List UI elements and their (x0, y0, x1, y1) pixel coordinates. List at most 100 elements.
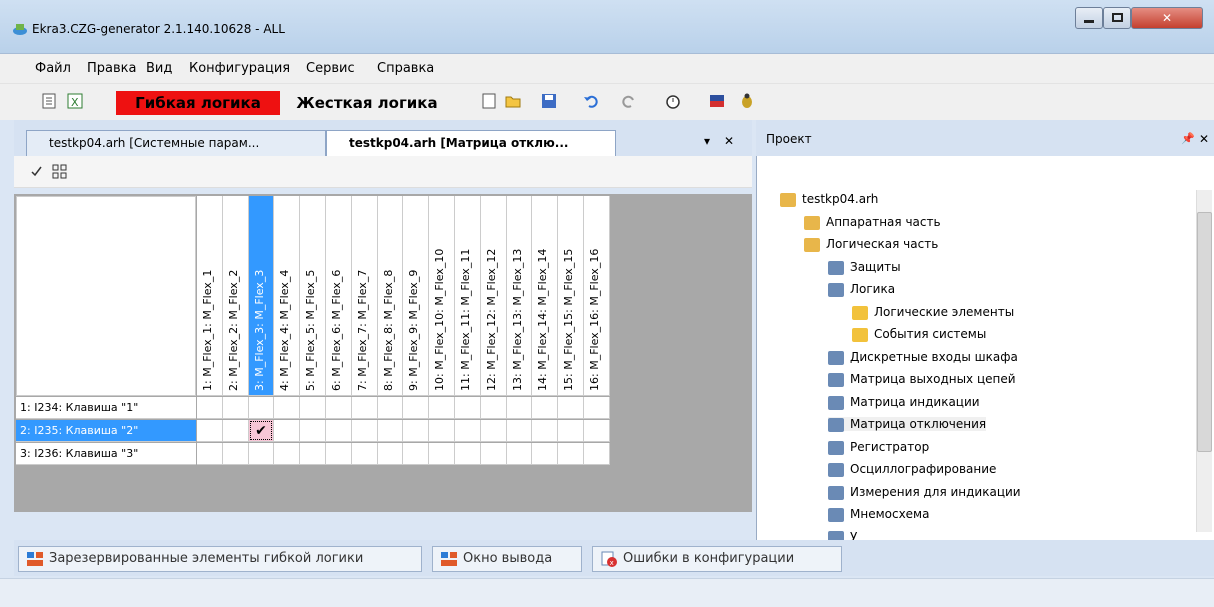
matrix-cell[interactable] (377, 443, 404, 465)
matrix-cell[interactable] (326, 443, 352, 465)
column-header[interactable]: 3: M_Flex_3: M_Flex_3 (248, 196, 275, 396)
minimize-button[interactable] (1075, 7, 1103, 29)
tree-item[interactable]: Дискретные входы шкафа (828, 350, 1018, 365)
tree-item[interactable]: Логическая часть (804, 237, 938, 252)
grid-icon[interactable] (52, 164, 68, 180)
matrix-cell[interactable] (248, 397, 275, 419)
tab-reserved-elements[interactable]: Зарезервированные элементы гибкой логики (18, 546, 422, 572)
menu-view[interactable]: Вид (146, 61, 172, 76)
column-header[interactable]: 8: M_Flex_8: M_Flex_8 (377, 196, 404, 396)
matrix-cell[interactable] (197, 397, 223, 419)
check-list-icon[interactable] (30, 164, 46, 180)
matrix-cell[interactable] (197, 443, 223, 465)
tab-output-window[interactable]: Окно вывода (432, 546, 582, 572)
matrix-cell[interactable] (455, 443, 481, 465)
tree-item[interactable]: Регистратор (828, 440, 929, 455)
tree-item[interactable]: События системы (852, 327, 986, 342)
column-header[interactable]: 13: M_Flex_13: M_Flex_13 (506, 196, 533, 396)
column-header[interactable]: 14: M_Flex_14: M_Flex_14 (532, 196, 559, 396)
open-folder-icon[interactable] (504, 92, 522, 110)
row-header[interactable]: 1: I234: Клавиша "1" (16, 397, 196, 419)
matrix-cell[interactable] (248, 443, 275, 465)
column-header[interactable]: 1: M_Flex_1: M_Flex_1 (197, 196, 223, 396)
matrix-cell[interactable] (274, 397, 301, 419)
new-file-icon[interactable] (480, 92, 498, 110)
menu-edit[interactable]: Правка (87, 61, 136, 76)
tree-item[interactable]: Осциллографирование (828, 462, 996, 477)
matrix-cell[interactable] (300, 397, 326, 419)
column-header[interactable]: 12: M_Flex_12: M_Flex_12 (480, 196, 507, 396)
maximize-button[interactable] (1103, 7, 1131, 29)
row-header[interactable]: 2: I235: Клавиша "2" (16, 420, 196, 442)
tab-menu-icon[interactable]: ▾ (704, 134, 710, 148)
matrix-cell[interactable] (351, 397, 378, 419)
column-header[interactable]: 16: M_Flex_16: M_Flex_16 (584, 196, 610, 396)
document-icon[interactable] (40, 92, 58, 110)
column-header[interactable]: 10: M_Flex_10: M_Flex_10 (429, 196, 455, 396)
matrix-cell[interactable] (377, 397, 404, 419)
tree-item[interactable]: Матрица индикации (828, 395, 980, 410)
column-header[interactable]: 15: M_Flex_15: M_Flex_15 (558, 196, 584, 396)
matrix-cell[interactable] (351, 420, 378, 442)
tree-item[interactable]: testkp04.arh (780, 192, 878, 207)
matrix-cell[interactable] (455, 420, 481, 442)
matrix-cell[interactable] (300, 420, 326, 442)
flex-logic-button[interactable]: Гибкая логика (116, 91, 280, 115)
menu-service[interactable]: Сервис (306, 61, 355, 76)
timer-icon[interactable] (664, 92, 682, 110)
save-icon[interactable] (540, 92, 558, 110)
matrix-cell[interactable] (558, 443, 584, 465)
menu-help[interactable]: Справка (377, 61, 434, 76)
matrix-cell[interactable] (222, 397, 249, 419)
matrix-cell[interactable] (351, 443, 378, 465)
hard-logic-button[interactable]: Жесткая логика (284, 91, 450, 115)
tree-item[interactable]: Измерения для индикации (828, 485, 1021, 500)
matrix-cell[interactable] (403, 397, 430, 419)
tab-close-icon[interactable]: ✕ (724, 134, 734, 148)
matrix-cell[interactable] (429, 397, 455, 419)
matrix-cell[interactable] (532, 397, 559, 419)
tree-item[interactable]: Логика (828, 282, 895, 297)
matrix-cell[interactable] (455, 397, 481, 419)
matrix-cell[interactable] (584, 443, 610, 465)
flag-icon[interactable] (708, 92, 726, 110)
redo-icon[interactable] (620, 92, 638, 110)
tree-item[interactable]: Матрица выходных цепей (828, 372, 1016, 387)
matrix-cell[interactable] (326, 420, 352, 442)
tab-trip-matrix[interactable]: testkp04.arh [Матрица отклю... (326, 130, 616, 156)
matrix-cell[interactable] (222, 443, 249, 465)
tree-item[interactable]: Логические элементы (852, 305, 1014, 320)
matrix-cell[interactable] (429, 443, 455, 465)
panel-close-icon[interactable]: ✕ (1199, 132, 1209, 146)
matrix-cell[interactable] (532, 420, 559, 442)
matrix-cell[interactable] (274, 443, 301, 465)
tree-item[interactable]: Аппаратная часть (804, 215, 941, 230)
matrix-cell[interactable] (506, 420, 533, 442)
matrix-cell[interactable] (558, 397, 584, 419)
matrix-cell[interactable] (403, 443, 430, 465)
column-header[interactable]: 9: M_Flex_9: M_Flex_9 (403, 196, 430, 396)
close-window-button[interactable]: ✕ (1131, 7, 1203, 29)
matrix-cell[interactable] (532, 443, 559, 465)
pin-icon[interactable]: 📌 (1181, 132, 1195, 145)
tree-item[interactable]: Защиты (828, 260, 901, 275)
column-header[interactable]: 2: M_Flex_2: M_Flex_2 (222, 196, 249, 396)
tree-item[interactable]: Мнемосхема (828, 507, 929, 522)
column-header[interactable]: 7: M_Flex_7: M_Flex_7 (351, 196, 378, 396)
matrix-cell[interactable] (506, 443, 533, 465)
matrix-cell[interactable]: ✔ (248, 420, 275, 442)
matrix-cell[interactable] (326, 397, 352, 419)
matrix-cell[interactable] (558, 420, 584, 442)
tree-scrollbar[interactable] (1196, 190, 1212, 532)
menu-file[interactable]: Файл (35, 61, 71, 76)
matrix-cell[interactable] (197, 420, 223, 442)
matrix-cell[interactable] (403, 420, 430, 442)
tab-config-errors[interactable]: x Ошибки в конфигурации (592, 546, 842, 572)
matrix-cell[interactable] (222, 420, 249, 442)
undo-icon[interactable] (582, 92, 600, 110)
tab-system-params[interactable]: testkp04.arh [Системные парам... (26, 130, 326, 156)
matrix-cell[interactable] (584, 397, 610, 419)
tree-item[interactable]: Матрица отключения (828, 417, 987, 432)
matrix-cell[interactable] (274, 420, 301, 442)
column-header[interactable]: 5: M_Flex_5: M_Flex_5 (300, 196, 326, 396)
